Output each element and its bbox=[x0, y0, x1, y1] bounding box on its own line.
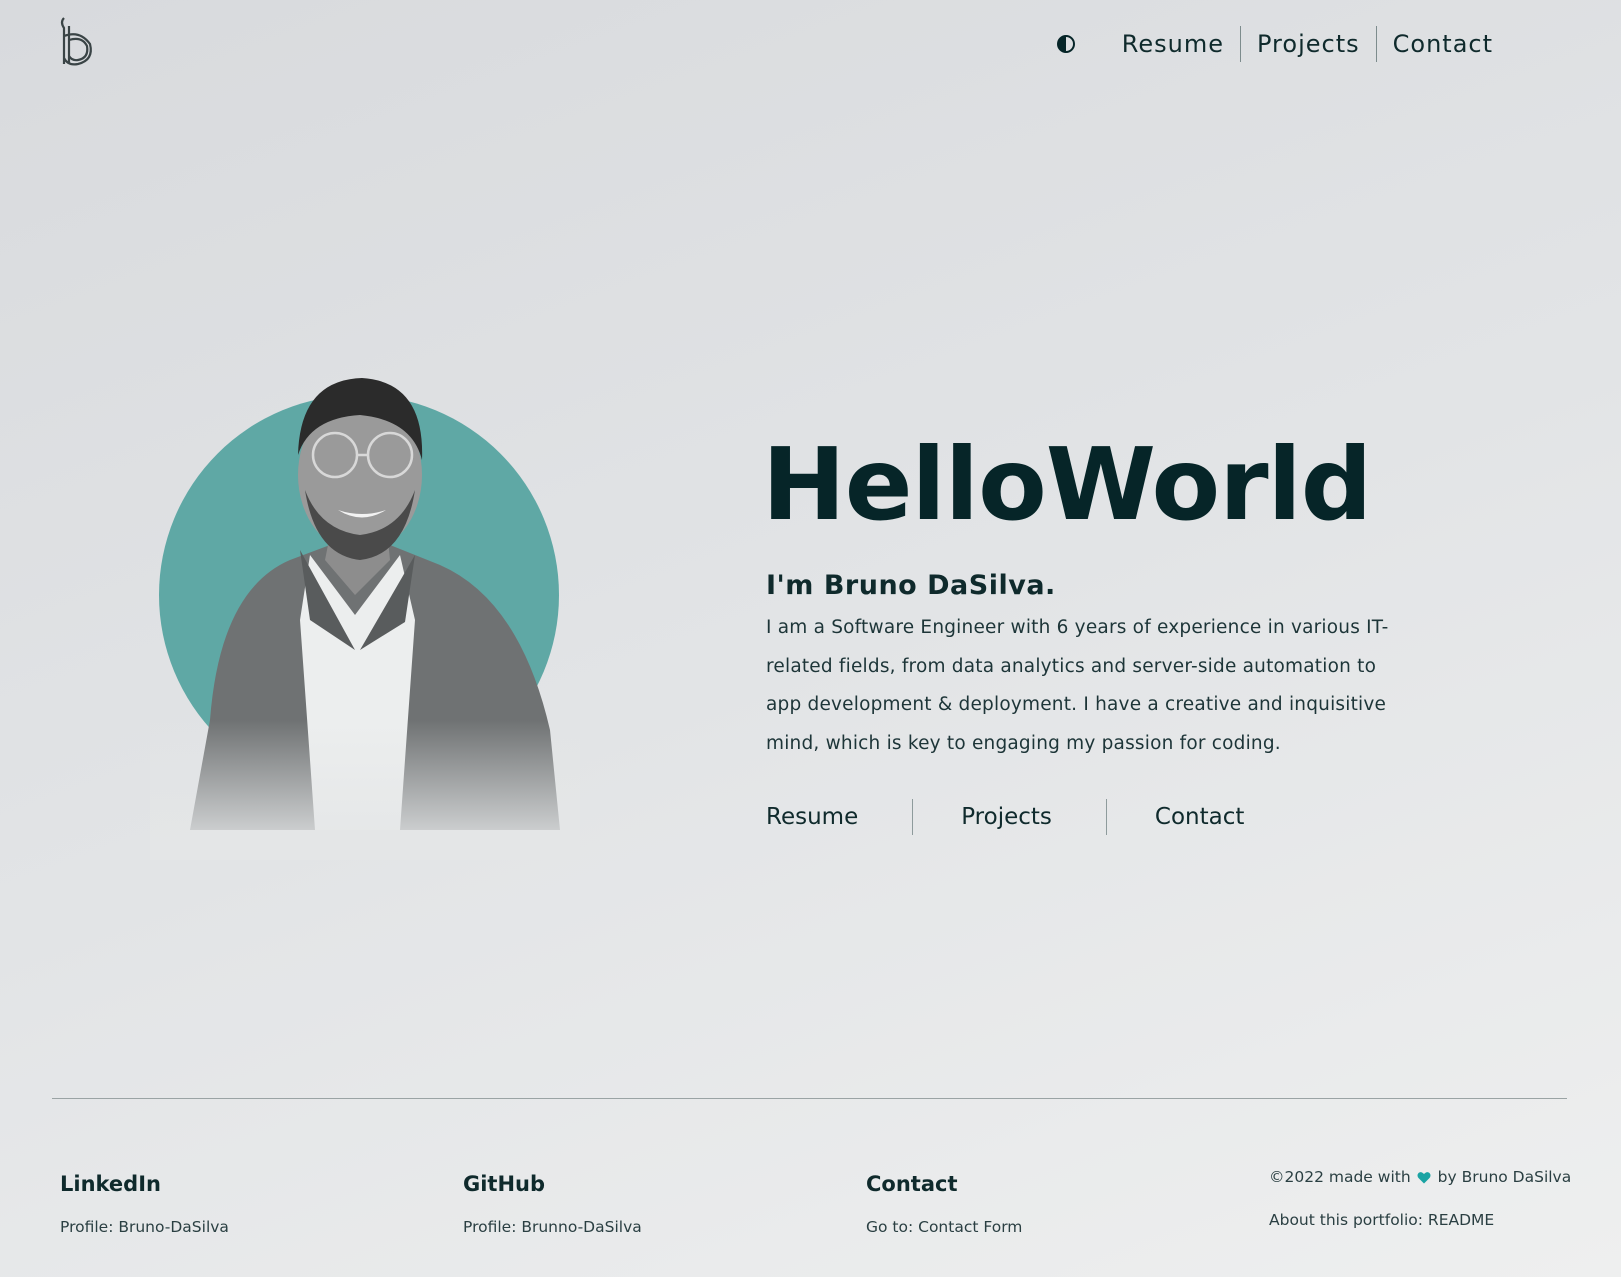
page: Resume Projects Contact HelloWorld I'm B… bbox=[0, 0, 1621, 1277]
hero-resume-link[interactable]: Resume bbox=[766, 799, 858, 835]
footer-github: GitHub Profile: Brunno-DaSilva bbox=[463, 1170, 642, 1236]
footer-github-link[interactable]: Profile: Brunno-DaSilva bbox=[463, 1218, 642, 1236]
footer-linkedin: LinkedIn Profile: Bruno-DaSilva bbox=[60, 1170, 229, 1236]
footer-contact: Contact Go to: Contact Form bbox=[866, 1170, 1022, 1236]
logo-icon[interactable] bbox=[56, 14, 96, 74]
hero-contact-link[interactable]: Contact bbox=[1155, 799, 1244, 835]
hero-projects-link[interactable]: Projects bbox=[961, 799, 1052, 835]
profile-portrait bbox=[150, 378, 580, 860]
footer-credits: ©2022 made with by Bruno DaSilva About t… bbox=[1269, 1166, 1571, 1229]
nav-resume-link[interactable]: Resume bbox=[1106, 26, 1240, 62]
readme-link[interactable]: About this portfolio: README bbox=[1269, 1211, 1571, 1229]
credit-line: ©2022 made with by Bruno DaSilva bbox=[1269, 1166, 1571, 1188]
hero-link-divider bbox=[1105, 799, 1107, 835]
theme-toggle-icon[interactable] bbox=[1056, 34, 1076, 54]
credit-prefix: ©2022 made with bbox=[1269, 1168, 1411, 1186]
footer-contact-title: Contact bbox=[866, 1172, 958, 1196]
hero-heading: HelloWorld bbox=[762, 426, 1372, 543]
top-nav: Resume Projects Contact bbox=[1056, 26, 1493, 62]
footer-linkedin-title: LinkedIn bbox=[60, 1172, 161, 1196]
hero-link-divider bbox=[912, 799, 914, 835]
footer-contact-link[interactable]: Go to: Contact Form bbox=[866, 1218, 1022, 1236]
credit-suffix: by Bruno DaSilva bbox=[1437, 1168, 1572, 1186]
hero-section: HelloWorld I'm Bruno DaSilva. I am a Sof… bbox=[762, 430, 1426, 835]
footer-divider bbox=[52, 1098, 1567, 1099]
hero-intro: I'm Bruno DaSilva. bbox=[766, 570, 1056, 601]
footer-github-title: GitHub bbox=[463, 1172, 546, 1196]
nav-projects-link[interactable]: Projects bbox=[1241, 26, 1376, 62]
footer-linkedin-link[interactable]: Profile: Bruno-DaSilva bbox=[60, 1218, 229, 1236]
hero-links: Resume Projects Contact bbox=[766, 799, 1426, 835]
heart-icon bbox=[1417, 1171, 1431, 1183]
nav-contact-link[interactable]: Contact bbox=[1377, 26, 1493, 62]
hero-bio: I am a Software Engineer with 6 years of… bbox=[766, 617, 1389, 754]
